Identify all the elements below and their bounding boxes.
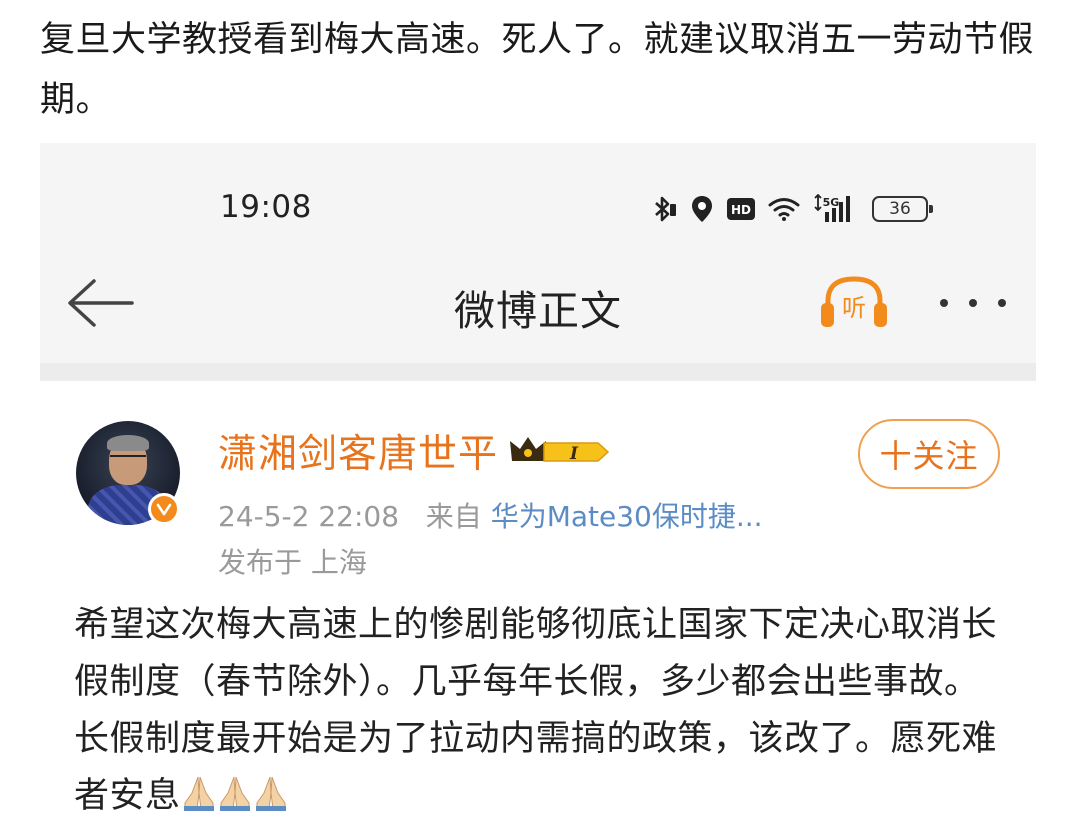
status-icons: HD 5G 36 bbox=[652, 191, 933, 227]
headline-text: 复旦大学教授看到梅大高速。死人了。就建议取消五一劳动节假期。 bbox=[40, 20, 1035, 120]
svg-text:HD: HD bbox=[731, 203, 751, 217]
bluetooth-icon bbox=[652, 194, 678, 224]
weibo-screenshot: 19:08 HD 5G 36 微博正文 听 潇湘剑客唐世平 I 24-5-2 2… bbox=[40, 143, 1036, 820]
page: 复旦大学教授看到梅大高速。死人了。就建议取消五一劳动节假期。 19:08 HD … bbox=[0, 0, 1076, 820]
svg-text:5G: 5G bbox=[823, 196, 840, 209]
divider bbox=[40, 363, 1036, 381]
pray-emoji bbox=[183, 776, 214, 811]
post-location: 发布于 上海 bbox=[218, 546, 367, 579]
battery-icon: 36 bbox=[872, 196, 933, 222]
username[interactable]: 潇湘剑客唐世平 bbox=[218, 423, 498, 479]
vip-level: I bbox=[569, 444, 579, 464]
signal-5g-icon: 5G bbox=[812, 194, 860, 224]
post-body: 希望这次梅大高速上的惨剧能够彻底让国家下定决心取消长假制度（春节除外）。几乎每年… bbox=[74, 597, 1004, 820]
pray-emoji bbox=[255, 776, 286, 811]
meta-row: 24-5-2 22:08 来自 华为Mate30保时捷... bbox=[218, 495, 763, 535]
device-link[interactable]: 华为Mate30保时捷... bbox=[491, 500, 763, 533]
battery-level: 36 bbox=[889, 199, 911, 219]
post-card: 潇湘剑客唐世平 I 24-5-2 22:08 来自 华为Mate30保时捷...… bbox=[40, 381, 1036, 820]
follow-button[interactable]: 十关注 bbox=[858, 419, 1000, 489]
post-timestamp: 24-5-2 22:08 bbox=[218, 500, 400, 533]
hd-icon: HD bbox=[726, 196, 756, 222]
more-icon[interactable] bbox=[940, 293, 1006, 313]
username-row: 潇湘剑客唐世平 I bbox=[218, 423, 612, 479]
vip-badge[interactable]: I bbox=[508, 431, 612, 471]
listen-label: 听 bbox=[842, 294, 866, 322]
verified-badge-icon bbox=[148, 493, 180, 525]
listen-button[interactable]: 听 bbox=[818, 273, 890, 333]
status-time: 19:08 bbox=[220, 189, 312, 225]
pray-emoji bbox=[219, 776, 250, 811]
source-prefix: 来自 bbox=[425, 500, 482, 533]
pray-emoji-group bbox=[181, 776, 289, 816]
wifi-icon bbox=[768, 196, 800, 222]
location-icon bbox=[690, 194, 714, 224]
